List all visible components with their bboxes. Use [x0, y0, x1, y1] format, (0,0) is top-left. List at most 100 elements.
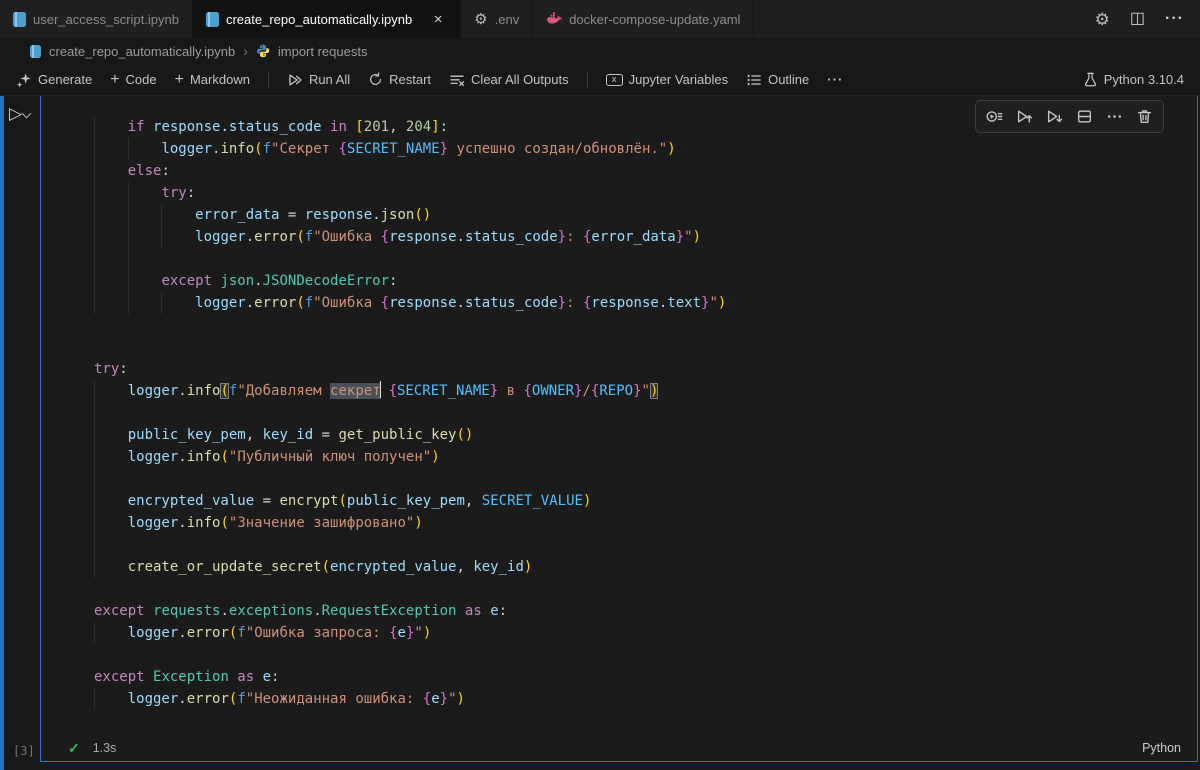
cell-editor[interactable]: if response.status_code in [201, 204]: l…	[40, 96, 1198, 762]
indent-guide	[94, 534, 95, 556]
indent-guide	[127, 248, 129, 270]
code-line[interactable]: except requests.exceptions.RequestExcept…	[94, 600, 1195, 622]
code-token: "Ошибка запроса:	[245, 625, 390, 641]
close-icon[interactable]: ×	[429, 11, 447, 28]
code-line[interactable]: try:	[94, 358, 1195, 380]
code-token: encrypted_value	[330, 559, 457, 575]
code-token: {	[422, 691, 432, 707]
code-line[interactable]	[94, 468, 1195, 490]
code-line[interactable]: public_key_pem, key_id = get_public_key(…	[94, 424, 1195, 446]
code-token: ()	[456, 427, 474, 443]
code-token: {	[380, 229, 390, 245]
code-token: (	[296, 229, 305, 245]
ellipsis-icon	[1107, 115, 1122, 118]
code-token: "	[709, 295, 718, 311]
code-token: {	[380, 295, 390, 311]
tab-docker-compose-update[interactable]: docker-compose-update.yaml	[533, 0, 755, 38]
tab-create-repo-automatically[interactable]: create_repo_automatically.ipynb ×	[192, 0, 462, 38]
add-markdown-cell-button[interactable]: + Markdown	[167, 68, 258, 92]
cell-more-actions-button[interactable]	[1101, 104, 1128, 130]
code-line[interactable]	[94, 534, 1195, 556]
code-line[interactable]: logger.info("Значение зашифровано")	[94, 512, 1195, 534]
code-token: if	[127, 119, 154, 135]
plus-icon: +	[174, 70, 184, 88]
code-token: logger	[195, 295, 246, 311]
execution-time: 1.3s	[92, 741, 117, 755]
code-line[interactable]	[94, 644, 1195, 666]
code-line[interactable]: else:	[94, 160, 1195, 182]
tab-user-access-script[interactable]: user_access_script.ipynb	[0, 0, 193, 38]
code-token: encrypted_value	[127, 493, 255, 509]
docker-whale-icon	[547, 12, 563, 24]
delete-cell-button[interactable]	[1131, 104, 1158, 130]
code-line[interactable]	[94, 248, 1195, 270]
run-all-button[interactable]: Run All	[279, 68, 358, 92]
code-token: SECRET_NAME	[397, 383, 490, 399]
indent-guide	[161, 292, 163, 314]
code-token: try	[161, 185, 187, 201]
run-below-button[interactable]	[1041, 104, 1068, 130]
code-line[interactable]	[94, 578, 1195, 600]
code-line[interactable]	[94, 314, 1195, 336]
code-token: public_key_pem	[346, 493, 465, 509]
toolbar-more-button[interactable]: ···	[819, 68, 851, 91]
indent-guide	[94, 512, 95, 534]
split-editor-icon[interactable]: ◫	[1130, 11, 1145, 27]
code-line[interactable]: create_or_update_secret(encrypted_value,…	[94, 556, 1195, 578]
code-line[interactable]	[94, 336, 1195, 358]
kernel-label: Python 3.10.4	[1103, 72, 1184, 87]
code-token: ]	[431, 119, 440, 135]
code-token: .	[178, 383, 187, 399]
breadcrumb-symbol[interactable]: import requests	[278, 44, 368, 59]
clear-all-outputs-button[interactable]: Clear All Outputs	[441, 68, 577, 92]
more-actions-icon[interactable]: ···	[1165, 11, 1184, 27]
code-line[interactable]	[94, 402, 1195, 424]
kernel-picker[interactable]: Python 3.10.4	[1083, 72, 1192, 87]
code-line[interactable]: logger.error(f"Неожиданная ошибка: {e}")	[94, 688, 1195, 710]
code-line[interactable]: logger.error(f"Ошибка {response.status_c…	[94, 226, 1195, 248]
cell-status-bar: ✓ 1.3s Python	[41, 737, 1197, 759]
jupyter-variables-button[interactable]: x Jupyter Variables	[598, 68, 736, 91]
code-line[interactable]: logger.error(f"Ошибка {response.status_c…	[94, 292, 1195, 314]
code-token: response	[591, 295, 659, 311]
code-token: key_id	[473, 559, 524, 575]
run-above-button[interactable]	[1011, 104, 1038, 130]
code-line[interactable]: logger.info("Публичный ключ получен")	[94, 446, 1195, 468]
cell-hover-toolbar	[975, 100, 1164, 133]
code-token: .	[178, 625, 187, 641]
editor-tab-bar: user_access_script.ipynb create_repo_aut…	[0, 0, 1200, 38]
add-code-cell-button[interactable]: + Code	[102, 68, 164, 92]
code-token: .	[220, 603, 229, 619]
breadcrumb-file[interactable]: create_repo_automatically.ipynb	[49, 44, 235, 59]
code-token: :	[119, 361, 128, 377]
indent-guide	[94, 226, 95, 248]
chevron-down-icon[interactable]	[21, 108, 32, 119]
cell-language-picker[interactable]: Python	[1142, 741, 1181, 755]
run-by-line-button[interactable]	[981, 104, 1008, 130]
code-line[interactable]: try:	[94, 182, 1195, 204]
settings-gear-icon[interactable]: ⚙	[1095, 11, 1110, 28]
code-token: {	[388, 383, 397, 399]
tab-env[interactable]: ⚙ .env	[461, 0, 534, 38]
restart-button[interactable]: Restart	[360, 68, 439, 91]
indent-guide	[94, 160, 95, 182]
code-line[interactable]: logger.info(f"Секрет {SECRET_NAME} успеш…	[94, 138, 1195, 160]
code-line[interactable]: logger.error(f"Ошибка запроса: {e}")	[94, 622, 1195, 644]
outline-button[interactable]: Outline	[738, 68, 817, 92]
code-token: "Значение зашифровано"	[228, 515, 415, 531]
code-token: response	[389, 229, 457, 245]
code-token: }	[675, 229, 685, 245]
generate-button[interactable]: Generate	[8, 68, 100, 92]
split-cell-button[interactable]	[1071, 104, 1098, 130]
code-token: }	[489, 383, 499, 399]
code-token: )	[431, 449, 440, 465]
code-line[interactable]: logger.info(f"Добавляем секрет {SECRET_N…	[94, 380, 1195, 402]
code-line[interactable]: except json.JSONDecodeError:	[94, 270, 1195, 292]
code-line[interactable]: error_data = response.json()	[94, 204, 1195, 226]
run-cell-button[interactable]: ▷	[9, 105, 32, 122]
code-token: info	[220, 141, 255, 157]
code-line[interactable]: except Exception as e:	[94, 666, 1195, 688]
code-line[interactable]: encrypted_value = encrypt(public_key_pem…	[94, 490, 1195, 512]
